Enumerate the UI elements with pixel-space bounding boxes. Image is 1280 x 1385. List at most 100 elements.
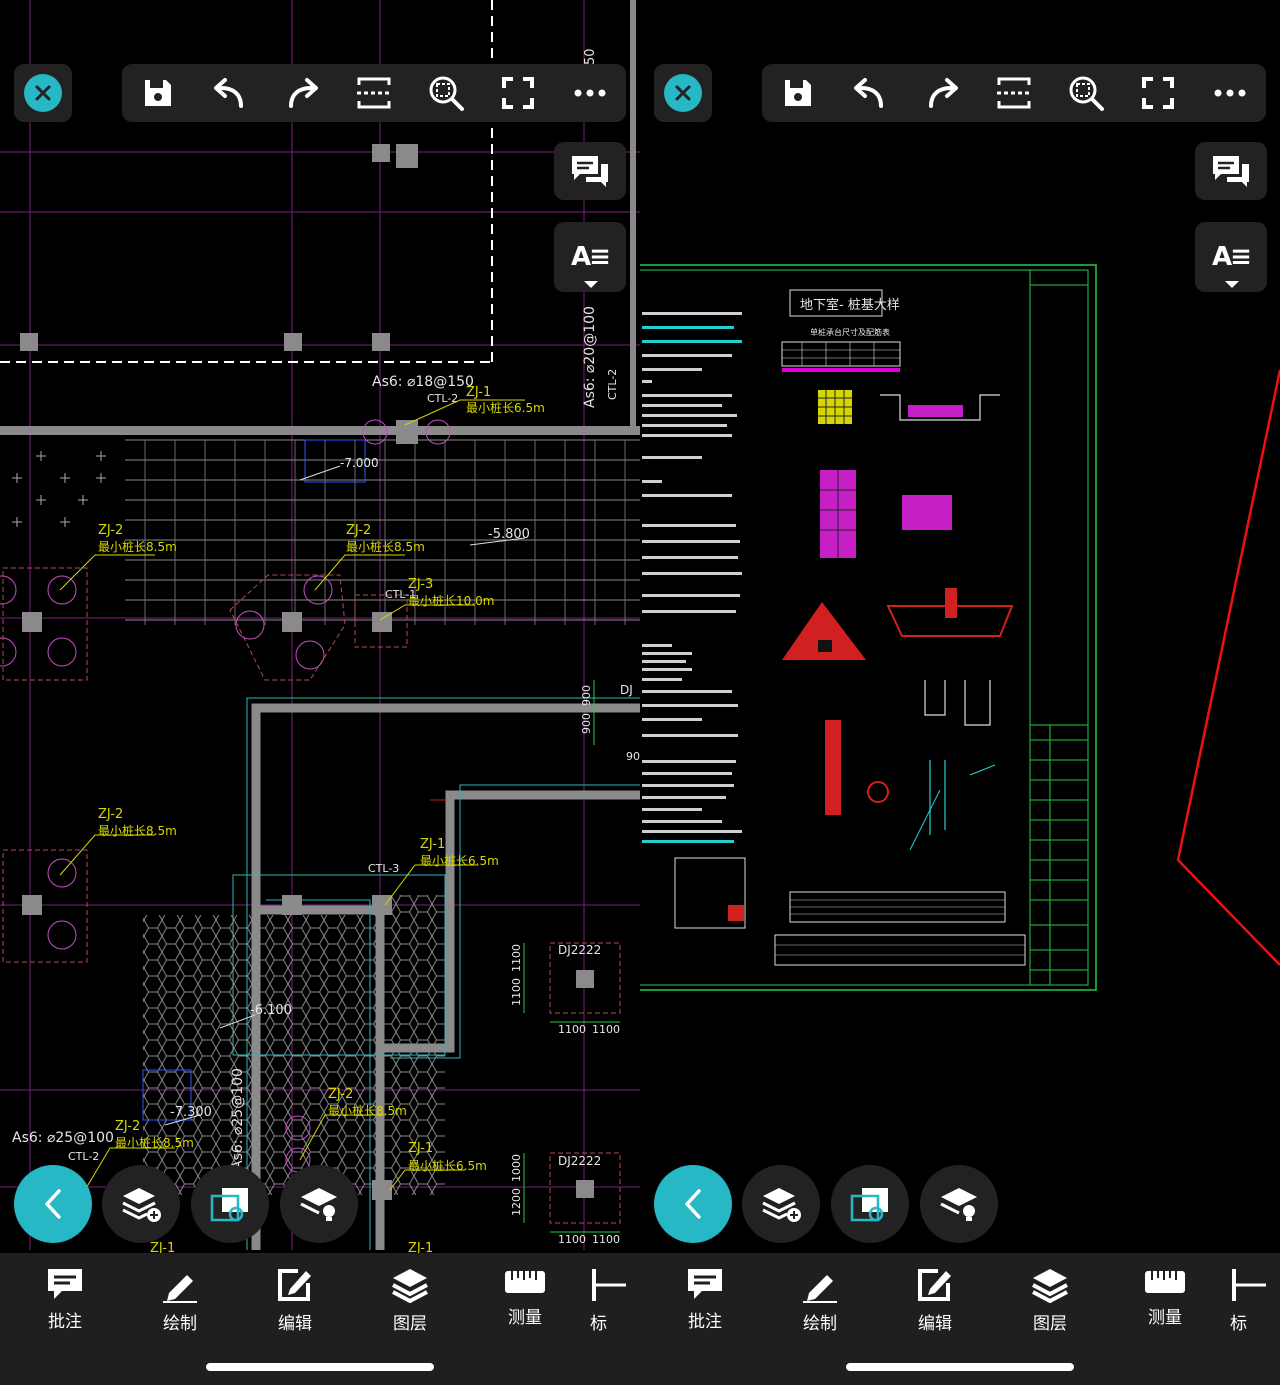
rebar-label: As6: ⌀18@150 <box>372 374 474 390</box>
nav-layers[interactable]: 图层 <box>360 1267 460 1334</box>
beam-label: CTL-2 <box>606 369 619 400</box>
window-select-icon <box>357 77 391 109</box>
nav-label: 绘制 <box>163 1314 197 1334</box>
dimension-label: 900 <box>580 685 593 706</box>
more-icon <box>574 89 606 97</box>
window-select-button[interactable] <box>346 65 402 121</box>
elevation-label: -5.800 <box>488 527 530 542</box>
fullscreen-icon <box>1142 77 1174 109</box>
layers-add-icon <box>762 1188 801 1222</box>
nav-edit[interactable]: 编辑 <box>885 1267 985 1334</box>
nav-label: 标 <box>1230 1314 1247 1334</box>
pile-label: ZJ-1 <box>408 1141 433 1156</box>
nav-measure[interactable]: 测量 <box>1115 1267 1215 1328</box>
fullscreen-button[interactable] <box>490 65 546 121</box>
ruler-icon <box>1145 1271 1185 1293</box>
footing-label: DJ <box>620 683 633 697</box>
nav-label: 编辑 <box>918 1314 952 1334</box>
pencil-icon <box>803 1275 837 1303</box>
undo-icon <box>214 78 243 108</box>
fullscreen-icon <box>502 77 534 109</box>
beam-label: CTL-2 <box>68 1150 99 1163</box>
compare-button[interactable] <box>831 1165 909 1243</box>
comment-icon <box>572 156 608 187</box>
more-button[interactable] <box>1202 65 1258 121</box>
redo-button[interactable] <box>274 65 330 121</box>
text-style-button[interactable]: A≡ <box>1195 222 1267 292</box>
pile-note: 最小桩长8.5m <box>328 1103 407 1118</box>
window-select-button[interactable] <box>986 65 1042 121</box>
nav-label: 图层 <box>393 1314 427 1334</box>
elevation-label: -6.100 <box>250 1003 292 1018</box>
nav-measure[interactable]: 测量 <box>475 1267 575 1328</box>
nav-layers[interactable]: 图层 <box>1000 1267 1100 1334</box>
nav-draw[interactable]: 绘制 <box>770 1267 870 1334</box>
close-button[interactable] <box>14 64 72 122</box>
save-button[interactable] <box>130 65 186 121</box>
nav-annotation[interactable]: 批注 <box>655 1267 755 1332</box>
nav-annotation[interactable]: 批注 <box>15 1267 115 1332</box>
pile-note: 最小桩长10.0m <box>408 593 494 608</box>
sheet-title: 地下室- 桩基大样 <box>800 297 900 313</box>
layer-visibility-button[interactable] <box>920 1165 998 1243</box>
add-layer-button[interactable] <box>742 1165 820 1243</box>
elevation-label: -7.000 <box>340 456 379 470</box>
fullscreen-button[interactable] <box>1130 65 1186 121</box>
left-drawing-view[interactable]: As6: ⌀18@150 As6: ⌀25@100 As6: ⌀20@100 A… <box>0 0 640 1385</box>
redo-button[interactable] <box>914 65 970 121</box>
pile-note: 最小桩长6.5m <box>420 853 499 868</box>
redo-icon <box>929 78 958 108</box>
undo-button[interactable] <box>202 65 258 121</box>
dimension-label: 900 <box>626 750 640 763</box>
dimension-label: 1200 <box>510 1188 523 1216</box>
pile-note: 最小桩长8.5m <box>98 539 177 554</box>
add-layer-button[interactable] <box>102 1165 180 1243</box>
layer-visibility-button[interactable] <box>280 1165 358 1243</box>
dimension-icon <box>592 1269 626 1301</box>
pile-label: ZJ-2 <box>328 1087 353 1102</box>
ruler-icon <box>505 1271 545 1293</box>
text-style-button[interactable]: A≡ <box>554 222 626 292</box>
more-button[interactable] <box>562 65 618 121</box>
zoom-button[interactable] <box>418 65 474 121</box>
nav-edit[interactable]: 编辑 <box>245 1267 345 1334</box>
nav-draw[interactable]: 绘制 <box>130 1267 230 1334</box>
redo-icon <box>289 78 318 108</box>
comment-button[interactable] <box>554 142 626 200</box>
pile-note: 最小桩长8.5m <box>346 539 425 554</box>
layer-bulb-icon <box>940 1188 977 1221</box>
comment-button[interactable] <box>1195 142 1267 200</box>
home-indicator[interactable] <box>846 1363 1074 1371</box>
zoom-button[interactable] <box>1058 65 1114 121</box>
zoom-icon <box>1069 76 1104 111</box>
close-icon <box>24 74 62 112</box>
nav-label: 编辑 <box>278 1314 312 1334</box>
save-button[interactable] <box>770 65 826 121</box>
dimension-label: 900 <box>580 713 593 734</box>
compare-button[interactable] <box>191 1165 269 1243</box>
home-indicator[interactable] <box>206 1363 434 1371</box>
dimension-label: 1100 <box>592 1023 620 1036</box>
edit-icon <box>278 1269 311 1301</box>
back-button[interactable] <box>14 1165 92 1243</box>
close-icon <box>664 74 702 112</box>
back-button[interactable] <box>654 1165 732 1243</box>
save-icon <box>145 80 171 106</box>
pile-label: ZJ-2 <box>98 807 123 822</box>
table-title: 单桩承台尺寸及配筋表 <box>810 327 890 337</box>
nav-dimension[interactable]: 标 <box>1230 1267 1280 1334</box>
nav-dimension[interactable]: 标 <box>590 1267 640 1334</box>
elevation-label: -7.300 <box>170 1105 212 1120</box>
close-button[interactable] <box>654 64 712 122</box>
right-drawing-view[interactable]: 地下室- 桩基大样 单桩承台尺寸及配筋表 A≡ 批注 绘制 编辑 图层 测量 标 <box>640 0 1280 1385</box>
pile-note: 最小桩长6.5m <box>408 1158 487 1173</box>
nav-label: 标 <box>590 1314 607 1334</box>
pile-note: 最小桩长8.5m <box>115 1135 194 1150</box>
undo-button[interactable] <box>842 65 898 121</box>
edit-icon <box>918 1269 951 1301</box>
nav-label: 绘制 <box>803 1314 837 1334</box>
dimension-label: 1100 <box>510 978 523 1006</box>
pile-label: ZJ-2 <box>115 1119 140 1134</box>
compare-icon <box>850 1188 888 1222</box>
top-toolbar <box>762 64 1266 122</box>
